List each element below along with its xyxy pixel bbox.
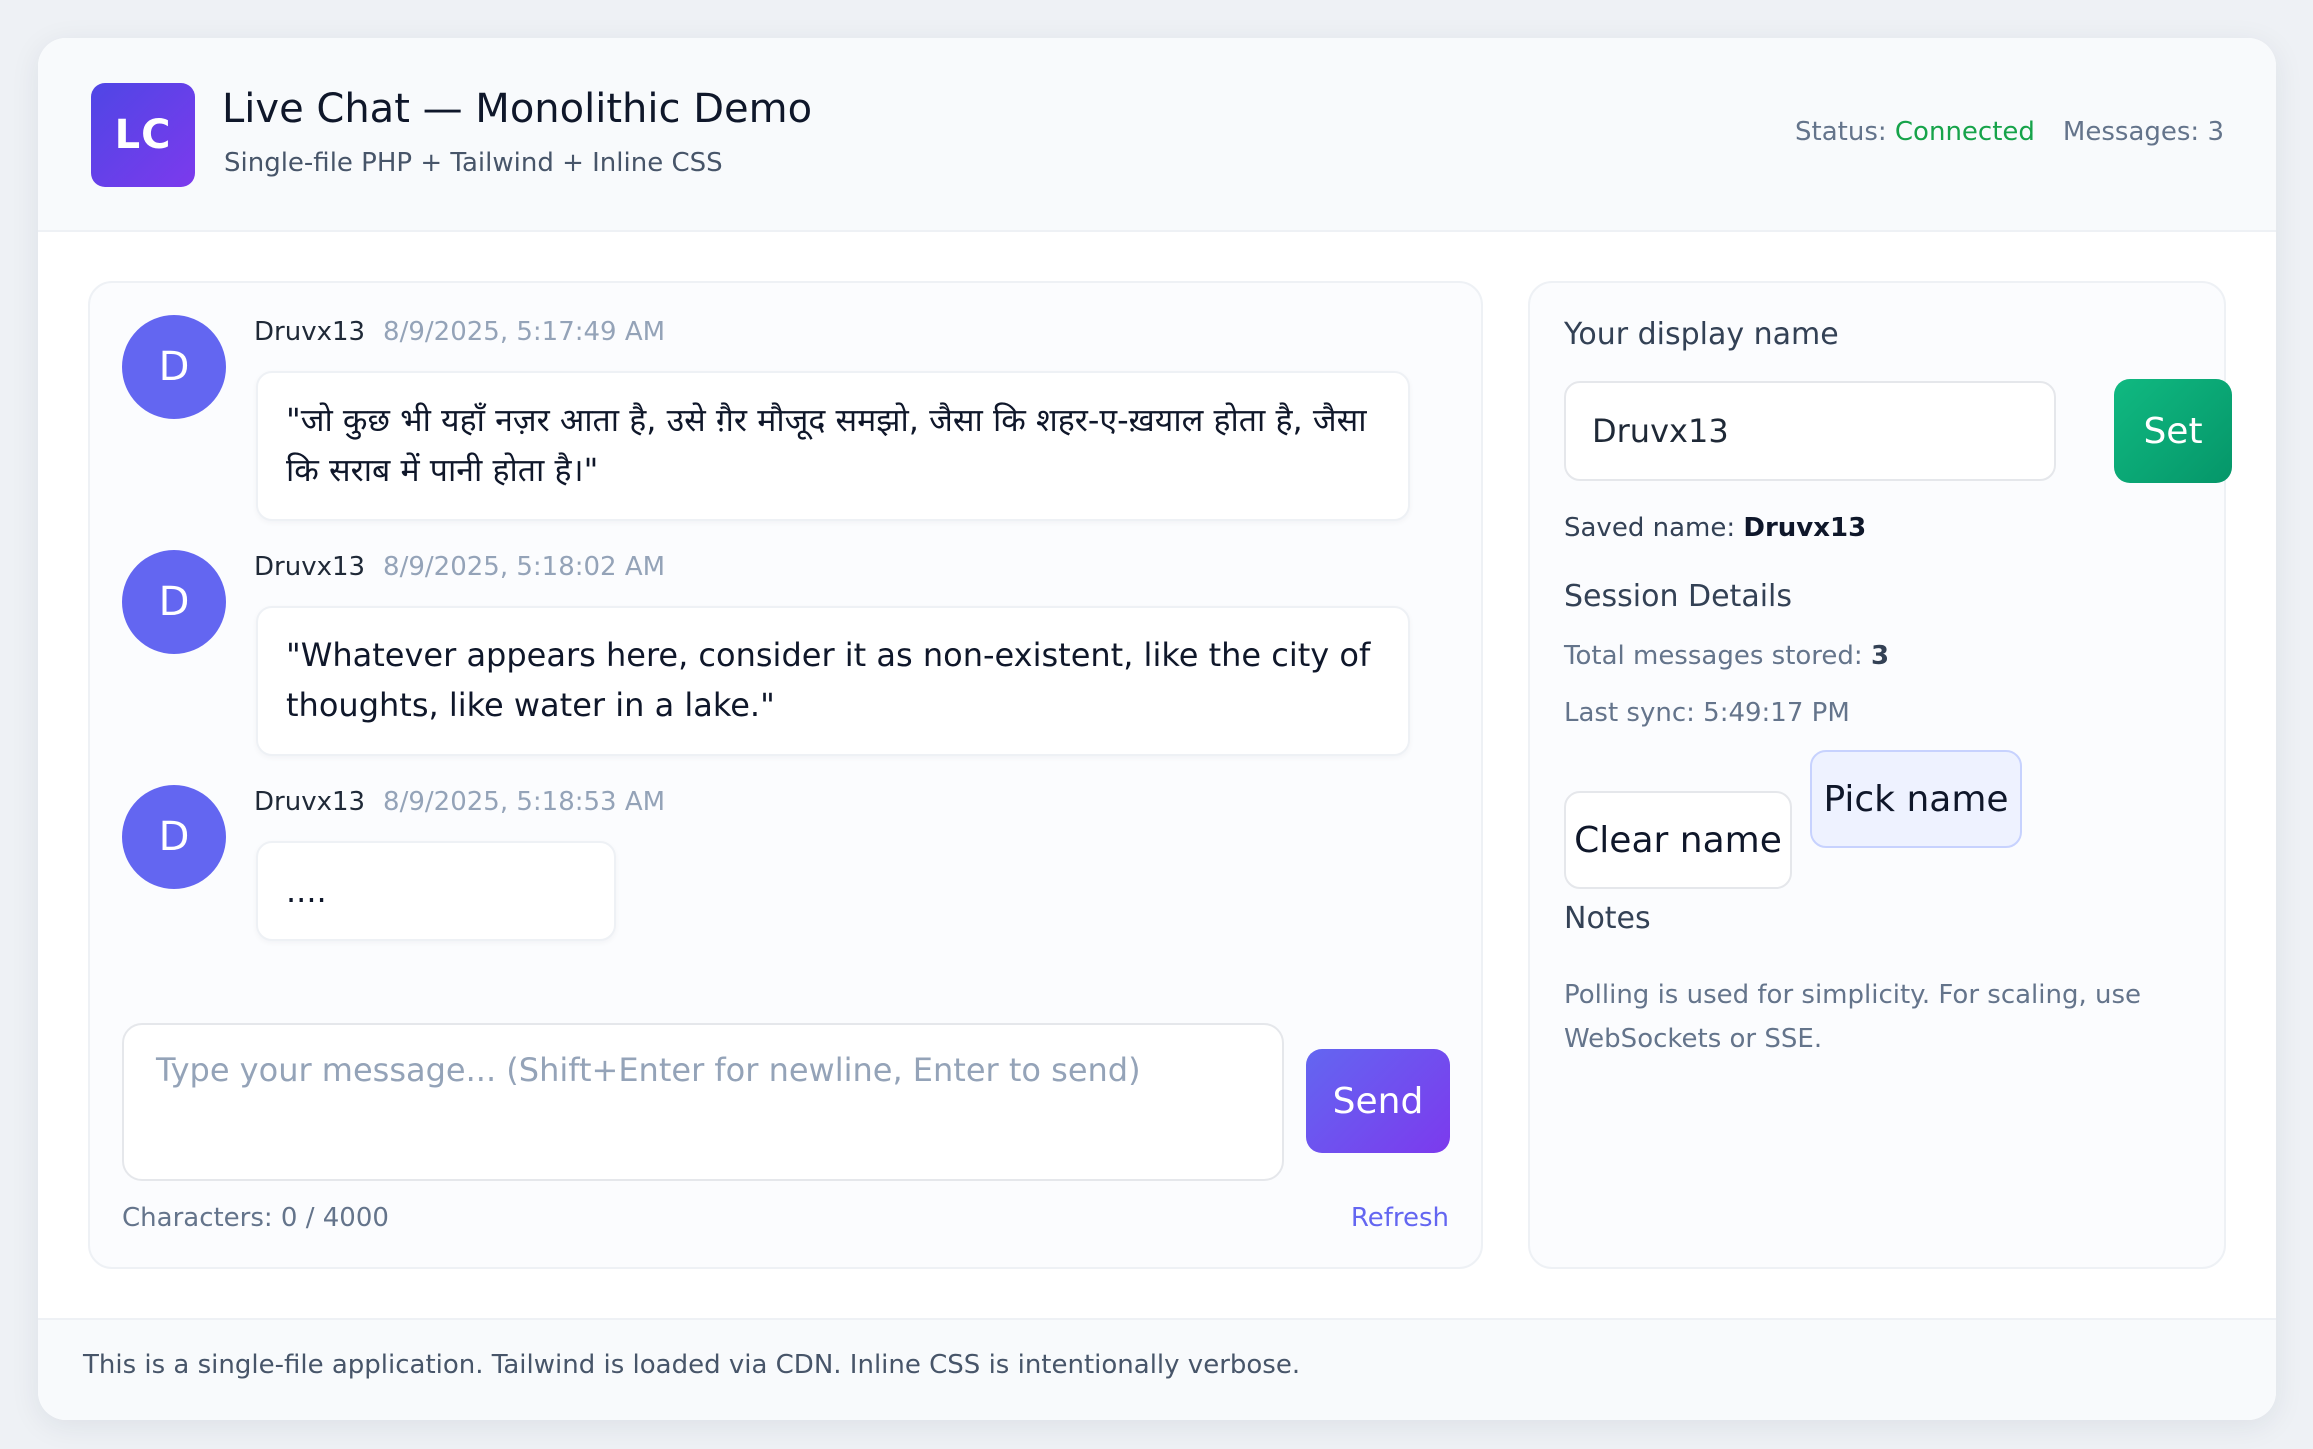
connection-status: Status: Connected [1795, 117, 2035, 147]
avatar: D [122, 785, 226, 889]
message-timestamp: 8/9/2025, 5:18:53 AM [383, 787, 666, 817]
message-meta: Druvx13 8/9/2025, 5:18:02 AM [254, 552, 665, 582]
message-count: Messages: 3 [2062, 117, 2224, 147]
send-button[interactable]: Send [1306, 1049, 1450, 1153]
display-name-label: Your display name [1564, 317, 1839, 352]
saved-name: Saved name: Druvx13 [1564, 513, 1866, 543]
status-label: Status: [1795, 117, 1887, 147]
page-title: Live Chat — Monolithic Demo [222, 86, 813, 132]
pick-name-button[interactable]: Pick name [1810, 750, 2022, 848]
character-counter: Characters: 0 / 4000 [122, 1203, 389, 1233]
avatar: D [122, 550, 226, 654]
message-author: Druvx13 [254, 317, 366, 347]
clear-name-button[interactable]: Clear name [1564, 791, 1792, 889]
session-details-heading: Session Details [1564, 579, 1793, 614]
message-author: Druvx13 [254, 552, 366, 582]
avatar: D [122, 315, 226, 419]
total-messages: Total messages stored: 3 [1564, 641, 1889, 671]
footer-text: This is a single-file application. Tailw… [83, 1350, 1301, 1380]
status-value: Connected [1894, 117, 2035, 147]
message-meta: Druvx13 8/9/2025, 5:18:53 AM [254, 787, 665, 817]
display-name-input[interactable]: Druvx13 [1564, 381, 2056, 481]
app-card: LC Live Chat — Monolithic Demo Single-fi… [38, 38, 2276, 1420]
message-timestamp: 8/9/2025, 5:18:02 AM [383, 552, 666, 582]
last-sync: Last sync: 5:49:17 PM [1564, 698, 1850, 728]
chat-message: D Druvx13 8/9/2025, 5:17:49 AM "जो कुछ भी… [122, 315, 1422, 545]
notes-heading: Notes [1564, 901, 1651, 936]
refresh-link[interactable]: Refresh [1351, 1203, 1449, 1233]
app-header: LC Live Chat — Monolithic Demo Single-fi… [38, 38, 2276, 232]
total-messages-value: 3 [1870, 641, 1890, 671]
app-footer: This is a single-file application. Tailw… [38, 1318, 2276, 1420]
chat-message: D Druvx13 8/9/2025, 5:18:53 AM .... [122, 785, 1422, 985]
chat-message: D Druvx13 8/9/2025, 5:18:02 AM "Whatever … [122, 550, 1422, 780]
app-logo: LC [91, 83, 195, 187]
notes-text: Polling is used for simplicity. For scal… [1564, 980, 2142, 1054]
message-input[interactable]: Type your message... (Shift+Enter for ne… [122, 1023, 1284, 1181]
saved-name-value: Druvx13 [1743, 513, 1867, 543]
message-bubble: .... [256, 841, 616, 941]
message-timestamp: 8/9/2025, 5:17:49 AM [383, 317, 666, 347]
saved-name-label: Saved name: [1564, 513, 1736, 543]
set-name-button[interactable]: Set [2114, 379, 2232, 483]
message-bubble: "Whatever appears here, consider it as n… [256, 606, 1410, 756]
message-author: Druvx13 [254, 787, 366, 817]
message-meta: Druvx13 8/9/2025, 5:17:49 AM [254, 317, 665, 347]
total-messages-label: Total messages stored: [1564, 641, 1863, 671]
page-subtitle: Single-file PHP + Tailwind + Inline CSS [224, 148, 723, 178]
status-bar: Status: Connected Messages: 3 [1795, 117, 2224, 147]
message-bubble: "जो कुछ भी यहाँ नज़र आता है, उसे ग़ैर मौ… [256, 371, 1410, 521]
chat-panel: D Druvx13 8/9/2025, 5:17:49 AM "जो कुछ भी… [88, 281, 1483, 1269]
